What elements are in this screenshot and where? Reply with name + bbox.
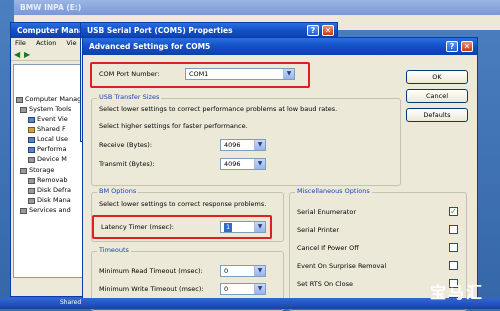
tree-item-label: Local Use [37,135,69,143]
usb-close-button[interactable]: ✕ [322,25,334,36]
tree-item[interactable]: Computer Manage [16,95,85,104]
taskbar: Shared [0,298,500,309]
device-manager-icon [28,156,35,163]
transmit-label: Transmit (Bytes): [99,160,155,168]
transmit-value: 4096 [224,160,241,168]
min-read-value: 0 [224,267,229,275]
cm-toolbar: ◀ ▶ [11,50,91,61]
misc-option-checkbox[interactable] [449,261,458,270]
timeouts-group-title: Timeouts [97,246,131,254]
dialog-body: COM Port Number: COM1 ▼ USB Transfer Siz… [83,55,477,311]
chevron-down-icon[interactable]: ▼ [254,284,265,294]
services-icon [20,207,27,214]
usb-help-button[interactable]: ? [307,25,319,36]
usb-desc-higher: Select higher settings for faster perfor… [99,122,248,130]
misc-option-label: Set RTS On Close [297,280,353,288]
chevron-down-icon[interactable]: ▼ [254,159,265,169]
misc-option-checkbox[interactable] [449,225,458,234]
misc-option-label: Event On Surprise Removal [297,262,387,270]
tools-icon [20,106,27,113]
storage-icon [20,167,27,174]
back-arrow-icon[interactable]: ◀ [14,50,20,60]
misc-option-label: Serial Printer [297,226,340,234]
misc-option-checkbox[interactable]: ✓ [449,207,458,216]
bm-desc: Select lower settings to correct respons… [99,200,267,208]
tree-item[interactable]: Shared F [28,125,66,134]
latency-highlight [92,215,272,239]
tree-item[interactable]: Event Vie [28,115,68,124]
tree-item[interactable]: Performa [28,145,67,154]
transmit-select[interactable]: 4096 ▼ [220,158,266,170]
min-read-select[interactable]: 0 ▼ [220,265,266,277]
dialog-close-button[interactable]: ✕ [461,41,473,52]
computer-icon [16,96,23,103]
tree-item-label: Shared F [37,125,66,133]
receive-select[interactable]: 4096 ▼ [220,139,266,151]
disk-mgmt-icon [28,197,35,204]
computer-management-title: Computer Manage [11,23,91,38]
bm-options-group-title: BM Options [97,187,139,195]
tree-item[interactable]: Services and [20,206,71,215]
tree-item-label: Disk Defra [37,186,71,194]
min-write-value: 0 [224,285,229,293]
min-write-select[interactable]: 0 ▼ [220,283,266,295]
tree-item-label: Computer Manage [25,95,86,103]
tree-item[interactable]: Local Use [28,135,68,144]
defrag-icon [28,187,35,194]
misc-option-label: Serial Enumerator [297,208,356,216]
receive-value: 4096 [224,141,241,149]
taskbar-item[interactable]: Shared [60,299,81,306]
forward-arrow-icon[interactable]: ▶ [24,50,30,60]
dialog-help-button[interactable]: ? [446,41,458,52]
watermark-logo: 宝马汇 [429,283,484,302]
min-read-label: Minimum Read Timeout (msec): [99,267,203,275]
tree-item-label: Storage [29,166,55,174]
cm-menu-bar: File Action Vie [11,38,91,49]
tree-item-label: Services and [29,206,71,214]
dialog-title: Advanced Settings for COM5 [83,38,477,55]
tree-item[interactable]: System Tools [20,105,71,114]
tree-item[interactable]: Storage [20,166,54,175]
menu-file[interactable]: File [15,39,26,47]
receive-label: Receive (Bytes): [99,141,153,149]
removable-storage-icon [28,177,35,184]
tree-item-label: System Tools [29,105,72,113]
tree-item[interactable]: Disk Defra [28,186,71,195]
min-write-label: Minimum Write Timeout (msec): [99,285,204,293]
misc-option-checkbox[interactable] [449,243,458,252]
performance-icon [28,146,35,153]
usb-transfer-group-title: USB Transfer Sizes [97,93,162,101]
shared-folder-icon [28,126,35,133]
cancel-button[interactable]: Cancel [406,89,468,103]
menu-view[interactable]: Vie [66,39,76,47]
tree-item-label: Disk Mana [37,196,71,204]
misc-option-label: Cancel If Power Off [297,244,359,252]
inpa-window-title: BMW INPA (E:) [14,0,500,15]
ok-button[interactable]: OK [406,70,468,84]
tree-item[interactable]: Removab [28,176,68,185]
tree-item-label: Performa [37,145,67,153]
tree-item-label: Device M [37,155,67,163]
misc-options-group-title: Miscellaneous Options [295,187,372,195]
tree-item-label: Removab [37,176,68,184]
tree-item[interactable]: Disk Mana [28,196,71,205]
chevron-down-icon[interactable]: ▼ [254,266,265,276]
chevron-down-icon[interactable]: ▼ [254,140,265,150]
usb-properties-title: USB Serial Port (COM5) Properties [81,23,337,38]
com-port-highlight [90,62,310,88]
tree-item[interactable]: Device M [28,155,67,164]
tree-item-label: Event Vie [37,115,68,123]
advanced-settings-dialog: Advanced Settings for COM5 ? ✕ COM Port … [82,37,478,311]
event-viewer-icon [28,116,35,123]
menu-action[interactable]: Action [36,39,56,47]
usb-desc-lower: Select lower settings to correct perform… [99,105,338,113]
users-icon [28,136,35,143]
defaults-button[interactable]: Defaults [406,108,468,122]
